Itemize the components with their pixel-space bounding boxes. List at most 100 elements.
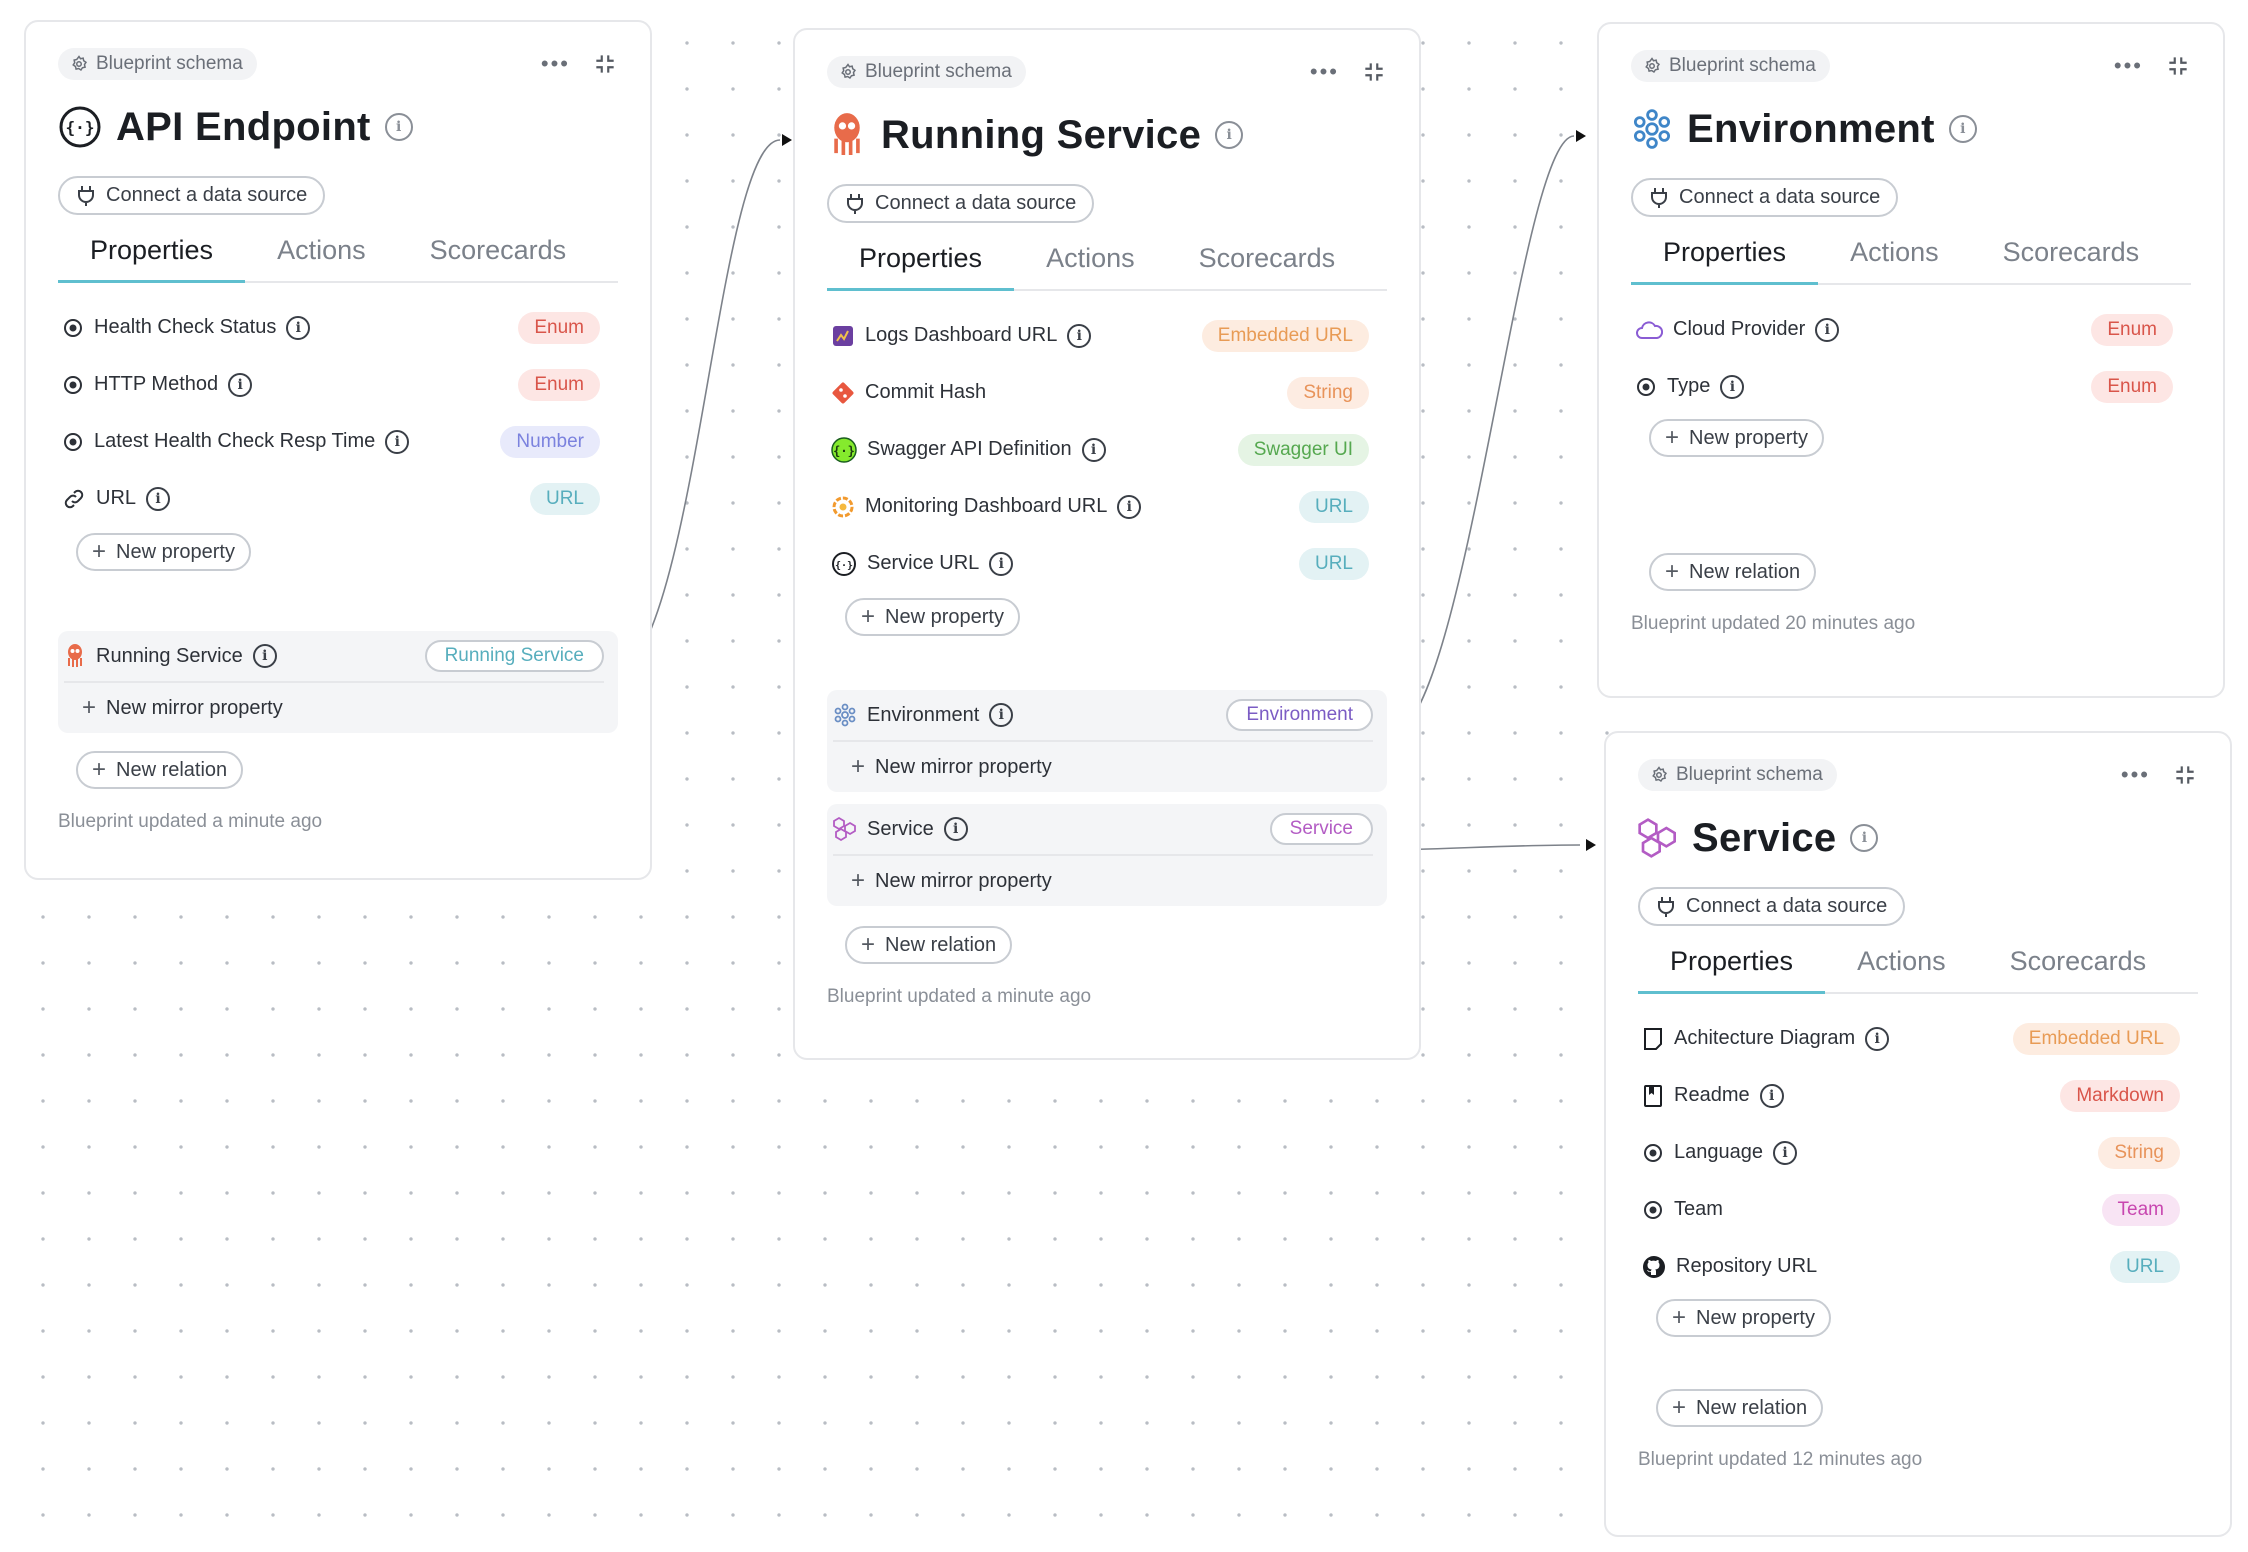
more-options-button[interactable]: ••• [1310, 61, 1339, 83]
tab-actions[interactable]: Actions [1818, 223, 1971, 283]
svg-text:{·}: {·} [66, 118, 95, 137]
connector-running-to-environment [1394, 135, 1575, 737]
info-icon[interactable]: i [1772, 1140, 1797, 1165]
info-icon[interactable]: i [1865, 1026, 1890, 1051]
blueprint-schema-chip[interactable]: Blueprint schema [1638, 759, 1837, 791]
info-icon[interactable]: i [989, 703, 1014, 727]
tab-actions[interactable]: Actions [1825, 932, 1978, 992]
property-row[interactable]: Achitecture Diagram i Embedded URL [1638, 1010, 2198, 1067]
new-property-button[interactable]: + New property [845, 598, 1020, 636]
blueprint-tabs: Properties Actions Scorecards [827, 229, 1387, 291]
tab-scorecards[interactable]: Scorecards [1971, 223, 2172, 283]
info-icon[interactable]: i [385, 429, 410, 454]
connect-data-source-button[interactable]: Connect a data source [827, 184, 1095, 223]
new-relation-button[interactable]: + New relation [1649, 553, 1817, 591]
tab-properties[interactable]: Properties [1631, 223, 1819, 285]
property-row[interactable]: Commit Hash String [827, 364, 1387, 421]
type-badge: String [2098, 1136, 2180, 1169]
info-icon[interactable]: i [1720, 374, 1745, 399]
blueprint-card-service: Blueprint schema ••• Service i Connect a… [1604, 731, 2232, 1537]
property-row[interactable]: {·} Swagger API Definition i Swagger UI [827, 421, 1387, 478]
info-icon[interactable]: i [989, 551, 1014, 576]
info-icon[interactable]: i [943, 817, 968, 841]
new-relation-button[interactable]: + New relation [1656, 1389, 1824, 1427]
property-row[interactable]: Language i String [1638, 1124, 2198, 1181]
relation-row[interactable]: Service i Service [833, 804, 1373, 856]
collapse-icon[interactable] [592, 51, 618, 77]
info-icon[interactable]: i [1759, 1083, 1784, 1108]
plus-icon: + [1665, 424, 1680, 451]
relation-row[interactable]: Environment i Environment [833, 690, 1373, 742]
info-icon[interactable]: i [1215, 121, 1244, 149]
new-relation-button[interactable]: + New relation [76, 751, 244, 789]
info-icon[interactable]: i [1081, 437, 1106, 462]
tab-actions[interactable]: Actions [1014, 229, 1167, 289]
property-row[interactable]: Health Check Status i Enum [58, 299, 618, 356]
connect-data-source-button[interactable]: Connect a data source [1638, 887, 1906, 926]
property-row[interactable]: Logs Dashboard URL i Embedded URL [827, 307, 1387, 364]
new-mirror-property-button[interactable]: + New mirror property [833, 742, 1373, 792]
tab-properties[interactable]: Properties [1638, 932, 1826, 994]
info-icon[interactable]: i [252, 644, 277, 668]
property-row[interactable]: Latest Health Check Resp Time i Number [58, 413, 618, 470]
relation-target-badge: Service [1269, 813, 1373, 845]
info-icon[interactable]: i [1067, 323, 1092, 348]
connector-running-to-service [1394, 844, 1581, 851]
tab-scorecards[interactable]: Scorecards [1167, 229, 1368, 289]
new-property-button[interactable]: + New property [76, 533, 251, 571]
type-badge: Enum [2091, 313, 2173, 346]
tab-properties[interactable]: Properties [827, 229, 1015, 291]
info-icon[interactable]: i [1117, 494, 1142, 519]
api-icon: {·} [58, 105, 102, 149]
blueprint-card-environment: Blueprint schema ••• Environment i Conne… [1597, 22, 2225, 698]
property-row[interactable]: Repository URL URL [1638, 1238, 2198, 1295]
collapse-icon[interactable] [2172, 762, 2198, 788]
collapse-icon[interactable] [2165, 53, 2191, 79]
property-row[interactable]: Team Team [1638, 1181, 2198, 1238]
connect-data-source-button[interactable]: Connect a data source [1631, 178, 1899, 217]
new-mirror-property-button[interactable]: + New mirror property [833, 856, 1373, 906]
info-icon[interactable]: i [286, 315, 311, 340]
info-icon[interactable]: i [384, 113, 413, 141]
property-row[interactable]: Cloud Provider i Enum [1631, 301, 2191, 358]
type-badge: Enum [2091, 370, 2173, 403]
new-property-button[interactable]: + New property [1649, 419, 1824, 457]
connect-data-source-button[interactable]: Connect a data source [58, 176, 326, 215]
blueprint-updated-text: Blueprint updated a minute ago [58, 811, 323, 832]
collapse-icon[interactable] [1361, 59, 1387, 85]
more-options-button[interactable]: ••• [541, 53, 570, 75]
more-options-button[interactable]: ••• [2121, 764, 2150, 786]
blueprint-schema-chip[interactable]: Blueprint schema [1631, 50, 1830, 82]
plus-icon: + [851, 753, 866, 780]
info-icon[interactable]: i [1815, 317, 1840, 342]
tab-scorecards[interactable]: Scorecards [1978, 932, 2179, 992]
blueprint-schema-chip[interactable]: Blueprint schema [827, 56, 1026, 88]
property-list: Achitecture Diagram i Embedded URL Readm… [1638, 1010, 2198, 1295]
info-icon[interactable]: i [1850, 824, 1879, 852]
type-badge: Swagger UI [1237, 433, 1369, 466]
new-mirror-property-button[interactable]: + New mirror property [64, 683, 604, 733]
logs-dashboard-icon [831, 324, 855, 348]
tab-properties[interactable]: Properties [58, 221, 246, 283]
property-row[interactable]: Monitoring Dashboard URL i URL [827, 478, 1387, 535]
new-relation-button[interactable]: + New relation [845, 926, 1013, 964]
relation-row[interactable]: Running Service i Running Service [64, 631, 604, 683]
svg-text:{·}: {·} [835, 560, 853, 571]
info-icon[interactable]: i [1948, 115, 1977, 143]
tab-scorecards[interactable]: Scorecards [398, 221, 599, 281]
new-property-button[interactable]: + New property [1656, 1299, 1831, 1337]
info-icon[interactable]: i [228, 372, 253, 397]
blueprint-schema-chip[interactable]: Blueprint schema [58, 48, 257, 80]
property-row[interactable]: Type i Enum [1631, 358, 2191, 415]
cloud-icon [1635, 319, 1663, 341]
gear-icon [1643, 57, 1661, 75]
property-row[interactable]: HTTP Method i Enum [58, 356, 618, 413]
tab-actions[interactable]: Actions [245, 221, 398, 281]
property-row[interactable]: URL i URL [58, 470, 618, 527]
property-row[interactable]: Readme i Markdown [1638, 1067, 2198, 1124]
info-icon[interactable]: i [146, 486, 171, 511]
type-badge: URL [1298, 547, 1369, 580]
more-options-button[interactable]: ••• [2114, 55, 2143, 77]
property-row[interactable]: {·} Service URL i URL [827, 535, 1387, 592]
radio-icon [1635, 376, 1657, 398]
